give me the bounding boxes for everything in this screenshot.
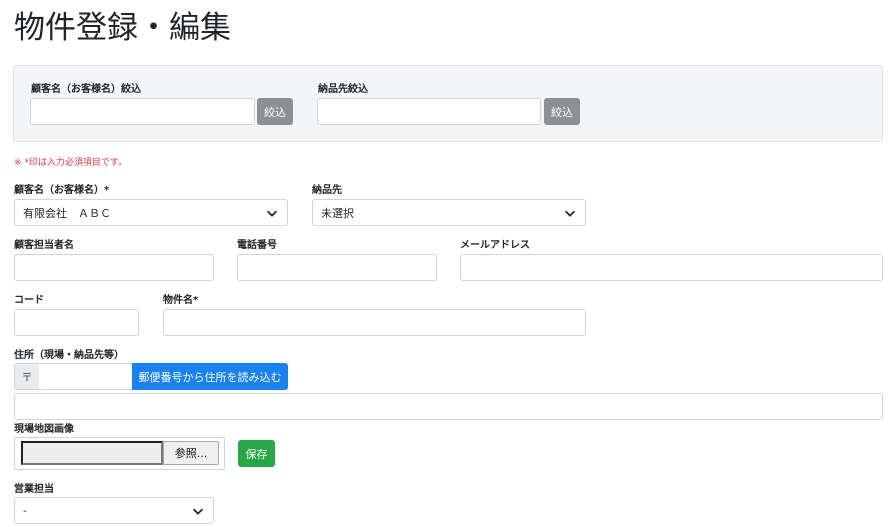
chevron-down-icon [267,210,277,217]
map-image-label: 現場地図画像 [14,424,74,435]
page-title: 物件登録・編集 [14,10,231,46]
sales-select[interactable]: - [14,497,214,524]
code-input[interactable] [14,309,139,336]
customer-select-value: 有限会社 ＡＢＣ [23,206,111,220]
customer-filter-button[interactable]: 絞込 [257,98,293,125]
customer-filter-label: 顧客名（お客様名）絞込 [31,84,141,95]
contact-label: 顧客担当者名 [14,240,74,251]
required-note: ※ *印は入力必須項目です。 [14,158,128,168]
address-label: 住所（現場・納品先等） [14,350,124,361]
delivery-filter-input[interactable] [317,98,541,125]
property-input[interactable] [163,309,586,336]
delivery-filter-label: 納品先絞込 [318,84,368,95]
sales-label: 営業担当 [14,484,54,495]
code-label: コード [14,295,44,306]
phone-label: 電話番号 [237,240,277,251]
delivery-filter-button[interactable]: 絞込 [544,98,580,125]
customer-select[interactable]: 有限会社 ＡＢＣ [14,199,288,226]
browse-button[interactable]: 参照... [163,441,219,465]
file-path-field[interactable] [21,441,163,465]
customer-label: 顧客名（お客様名）* [14,185,110,196]
delivery-select-value: 未選択 [321,206,354,220]
chevron-down-icon [193,508,203,515]
sales-select-value: - [23,504,27,517]
customer-filter-input[interactable] [30,98,255,125]
address-input[interactable] [14,393,883,420]
chevron-down-icon [565,210,575,217]
zip-input[interactable] [39,363,132,390]
contact-input[interactable] [14,254,214,281]
email-label: メールアドレス [460,240,530,251]
phone-input[interactable] [237,254,437,281]
zip-prefix: 〒 [14,363,39,390]
delivery-select[interactable]: 未選択 [312,199,586,226]
delivery-label: 納品先 [312,185,342,196]
property-label: 物件名* [163,295,199,306]
email-input[interactable] [460,254,883,281]
save-button[interactable]: 保存 [238,440,275,467]
zip-lookup-button[interactable]: 郵便番号から住所を読み込む [132,363,288,390]
